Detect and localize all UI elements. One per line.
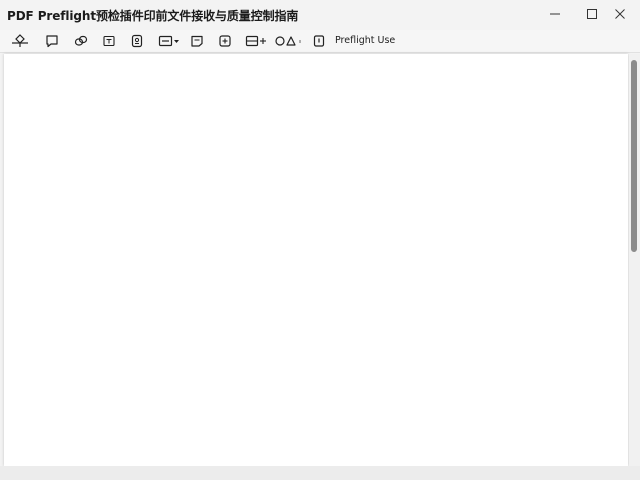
close-button[interactable] xyxy=(600,0,640,28)
title-bar: PDF Preflight预检插件印前文件接收与质量控制指南 xyxy=(0,0,640,30)
stamp-icon xyxy=(131,34,143,48)
text-box-icon xyxy=(103,35,115,47)
document-canvas[interactable] xyxy=(4,54,628,466)
toolbar xyxy=(0,30,640,52)
preflight-icon xyxy=(313,35,325,47)
link-button[interactable] xyxy=(73,32,89,50)
image-button[interactable] xyxy=(217,32,233,50)
preflight-button[interactable] xyxy=(311,32,327,50)
maximize-icon xyxy=(587,9,597,19)
form-field-dropdown-icon xyxy=(158,35,179,47)
scrollbar-thumb[interactable] xyxy=(631,60,637,252)
app-window: PDF Preflight预检插件印前文件接收与质量控制指南 Preflight… xyxy=(0,0,640,480)
table-add-button[interactable] xyxy=(245,32,267,50)
toolbar-divider xyxy=(0,52,640,53)
stamp-button[interactable] xyxy=(129,32,145,50)
minimize-button[interactable] xyxy=(535,0,575,28)
close-icon xyxy=(615,9,625,19)
comment-button[interactable] xyxy=(43,32,61,50)
status-strip xyxy=(0,466,640,480)
table-add-icon xyxy=(245,35,266,47)
navigate-icon xyxy=(12,34,28,47)
window-title: PDF Preflight预检插件印前文件接收与质量控制指南 xyxy=(7,9,299,23)
link-icon xyxy=(74,35,88,46)
comment-icon xyxy=(46,35,58,48)
preflight-use-label[interactable]: Preflight Use xyxy=(335,35,395,46)
form-field-button[interactable] xyxy=(157,32,181,50)
navigate-button[interactable] xyxy=(10,32,30,50)
image-icon xyxy=(219,35,231,47)
note-button[interactable] xyxy=(189,32,205,50)
text-box-button[interactable] xyxy=(101,32,117,50)
minimize-icon xyxy=(550,13,560,15)
shapes-button[interactable] xyxy=(274,32,304,50)
shapes-icon xyxy=(275,36,301,46)
note-icon xyxy=(191,35,203,47)
